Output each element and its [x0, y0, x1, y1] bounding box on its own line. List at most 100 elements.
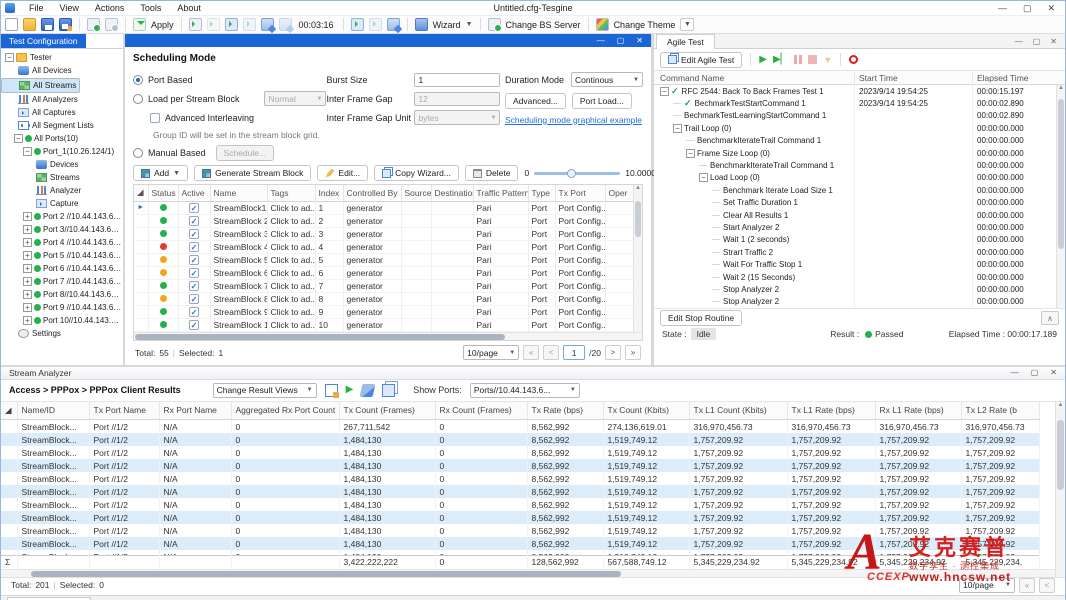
tree-item[interactable]: Streams: [1, 171, 123, 184]
change-bs-server-label[interactable]: Change BS Server: [506, 20, 581, 30]
stream-grid-hscrollbar[interactable]: [134, 332, 642, 340]
last-page-button[interactable]: »: [625, 345, 641, 360]
schedule-button[interactable]: Schedule...: [216, 145, 275, 161]
new-file-icon[interactable]: [5, 18, 18, 31]
wizard-label[interactable]: Wizard: [433, 20, 461, 30]
active-checkbox[interactable]: ✓: [189, 294, 199, 304]
port-load-button[interactable]: Port Load...: [572, 93, 632, 109]
slider-track[interactable]: [534, 172, 620, 175]
generate-stream-block-button[interactable]: Generate Stream Block: [194, 165, 311, 181]
edit-agile-test-button[interactable]: Edit Agile Test: [660, 52, 742, 68]
agile-command-row[interactable]: Benchmark Iterate Load Size 100:00:00.00…: [654, 184, 1065, 196]
next-page-button[interactable]: >: [605, 345, 621, 360]
row-selector[interactable]: [1, 524, 17, 537]
slider-thumb[interactable]: [567, 169, 576, 178]
agile-command-row[interactable]: Start Analyzer 200:00:00.000: [654, 221, 1065, 233]
pause-icon[interactable]: [794, 55, 802, 64]
active-checkbox[interactable]: ✓: [189, 229, 199, 239]
checkbox-icon[interactable]: [150, 113, 160, 123]
column-type[interactable]: Type: [528, 185, 555, 201]
tree-item[interactable]: All Analyzers: [1, 93, 123, 106]
analyzer-row[interactable]: StreamBlock...Port //1/2N/A01,484,13008,…: [1, 524, 1039, 537]
tree-item[interactable]: +Port 9 //10.44.143.64/1/1: [1, 301, 123, 314]
collapse-icon[interactable]: −: [660, 87, 669, 96]
panel-minimize-icon[interactable]: —: [1011, 368, 1019, 377]
agile-command-row[interactable]: −Frame Size Loop (0)00:00:00.000: [654, 147, 1065, 159]
analyzer-vscrollbar[interactable]: ▲: [1055, 402, 1065, 577]
save-icon[interactable]: [41, 18, 54, 31]
expand-icon[interactable]: +: [23, 316, 32, 325]
row-selector[interactable]: [1, 472, 17, 485]
panel-maximize-icon[interactable]: ▢: [1033, 37, 1041, 46]
tree-item[interactable]: −All Ports(10): [1, 132, 123, 145]
tree-item[interactable]: All Devices: [1, 64, 123, 77]
stream-row[interactable]: ✓StreamBlock 10Click to ad...10generator…: [134, 318, 633, 331]
stop-analyzer-icon[interactable]: [243, 18, 256, 31]
row-selector[interactable]: [1, 446, 17, 459]
start-capture-icon[interactable]: [261, 18, 274, 31]
column-command-name[interactable]: Command Name: [654, 73, 854, 83]
row-selector[interactable]: [1, 485, 17, 498]
menu-tools[interactable]: Tools: [132, 3, 169, 13]
panel-maximize-icon[interactable]: ▢: [1031, 368, 1039, 377]
change-theme-icon[interactable]: [596, 18, 609, 31]
expand-icon[interactable]: +: [23, 225, 32, 234]
stream-row[interactable]: ✓StreamBlock 3Click to ad...3generatorPa…: [134, 227, 633, 240]
column-rx-port-name[interactable]: Rx Port Name: [159, 402, 231, 420]
column-index[interactable]: Index: [315, 185, 343, 201]
delete-button[interactable]: Delete: [465, 165, 519, 181]
clear-results-icon[interactable]: [360, 384, 376, 397]
agile-command-row[interactable]: BenchmarkIterateTrail Command 100:00:00.…: [654, 135, 1065, 147]
column-tx-port[interactable]: Tx Port: [555, 185, 605, 201]
edit-button[interactable]: Edit...: [317, 165, 368, 181]
run-icon[interactable]: ▶: [759, 55, 767, 65]
row-selector[interactable]: [1, 433, 17, 446]
agile-command-row[interactable]: Stop Analyzer 200:00:00.000: [654, 283, 1065, 295]
burst-size-input[interactable]: [414, 73, 500, 87]
active-checkbox[interactable]: ✓: [189, 242, 199, 252]
start-results-icon[interactable]: ▶: [346, 385, 354, 395]
tree-item[interactable]: All Captures: [1, 106, 123, 119]
menu-file[interactable]: File: [21, 3, 52, 13]
expand-icon[interactable]: +: [23, 212, 32, 221]
column-name-id[interactable]: Name/ID: [17, 402, 89, 420]
stream-row[interactable]: ✓StreamBlock 4Click to ad...4generatorPa…: [134, 240, 633, 253]
wizard-icon[interactable]: [415, 18, 428, 31]
collapse-icon[interactable]: −: [699, 173, 708, 182]
panel-close-icon[interactable]: ✕: [636, 36, 643, 45]
load-mode-select[interactable]: Normal▼: [264, 91, 326, 106]
stop-capture-icon[interactable]: [279, 18, 292, 31]
agile-command-row[interactable]: Set Traffic Duration 100:00:00.000: [654, 197, 1065, 209]
change-bs-server-icon[interactable]: [488, 18, 501, 31]
start-traffic-icon[interactable]: [189, 18, 202, 31]
sequencer-start-icon[interactable]: [351, 18, 364, 31]
start-analyzer-icon[interactable]: [225, 18, 238, 31]
expand-icon[interactable]: +: [23, 251, 32, 260]
expand-icon[interactable]: +: [23, 277, 32, 286]
close-icon[interactable]: ✕: [1047, 3, 1055, 14]
tree-item[interactable]: Devices: [1, 158, 123, 171]
results-database-icon[interactable]: [387, 18, 400, 31]
advanced-interleaving-checkbox[interactable]: Advanced Interleaving: [133, 108, 326, 127]
active-checkbox[interactable]: ✓: [189, 203, 199, 213]
stream-row[interactable]: ✓StreamBlock 7Click to ad...7generatorPa…: [134, 279, 633, 292]
page-size-select[interactable]: 10/page▼: [463, 345, 519, 360]
menu-actions[interactable]: Actions: [87, 3, 133, 13]
column-rx-l1-rate-bps-[interactable]: Rx L1 Rate (bps): [875, 402, 961, 420]
column-tx-count-kbits-[interactable]: Tx Count (Kbits): [603, 402, 689, 420]
column-oper[interactable]: Oper: [605, 185, 633, 201]
prev-page-button[interactable]: <: [1039, 578, 1055, 593]
column-aggregated-rx-port-count[interactable]: Aggregated Rx Port Count: [231, 402, 339, 420]
agile-command-row[interactable]: −✓RFC 2544: Back To Back Frames Test 120…: [654, 85, 1065, 97]
change-result-views-select[interactable]: Change Result Views▼: [213, 383, 317, 398]
radio-icon[interactable]: [133, 75, 143, 85]
stop-icon[interactable]: [808, 55, 817, 64]
tree-item[interactable]: −Tester: [1, 51, 123, 64]
active-checkbox[interactable]: ✓: [189, 281, 199, 291]
panel-close-icon[interactable]: ✕: [1050, 368, 1057, 377]
step-icon[interactable]: ▶▏: [773, 55, 788, 65]
prev-page-button[interactable]: <: [543, 345, 559, 360]
column-tx-port-name[interactable]: Tx Port Name: [89, 402, 159, 420]
collapse-icon[interactable]: −: [673, 124, 682, 133]
tree-item[interactable]: −Port_1(10.26.124/1): [1, 145, 123, 158]
